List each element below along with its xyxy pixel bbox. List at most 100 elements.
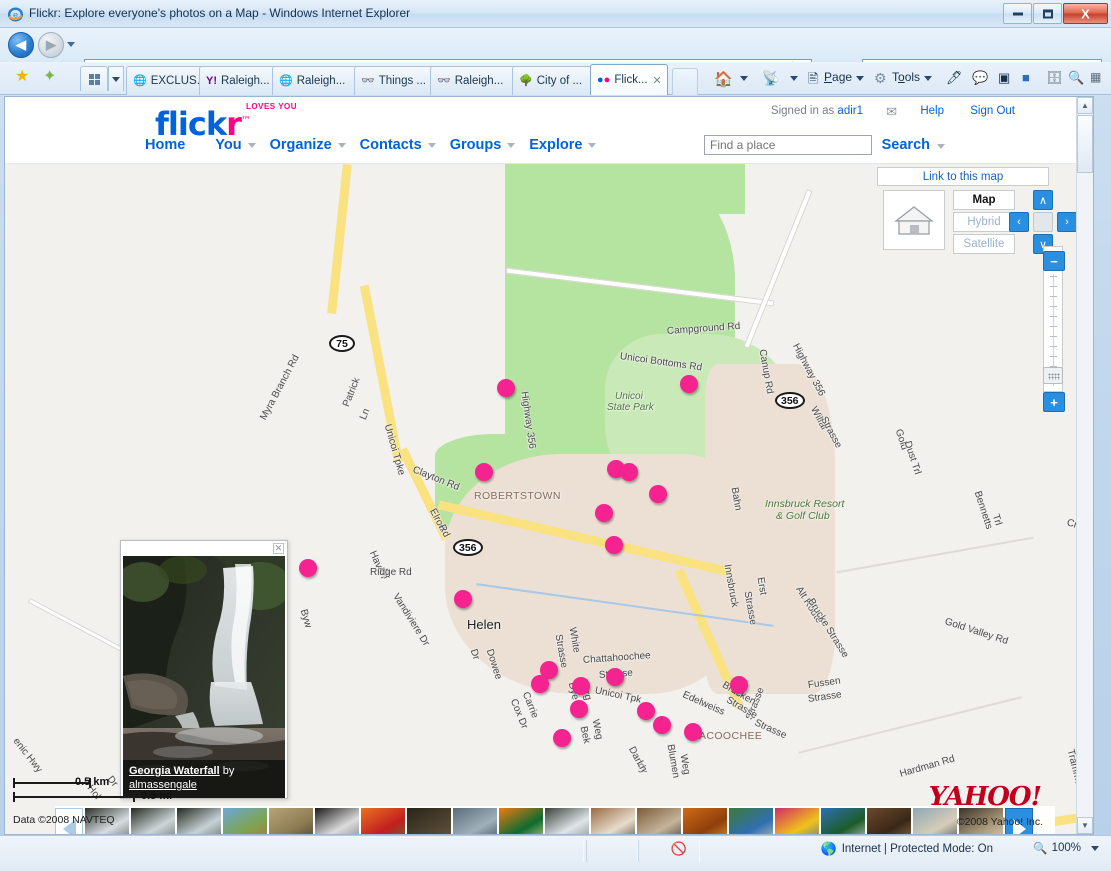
filmstrip-thumb[interactable] [591, 808, 635, 834]
feeds-icon[interactable]: 📡 [762, 70, 779, 87]
nav-groups-dropdown-icon[interactable] [507, 142, 516, 148]
nav-contacts-dropdown-icon[interactable] [427, 142, 436, 148]
pan-left-button[interactable]: ‹ [1009, 212, 1029, 232]
zoom-in-button[interactable]: + [1043, 392, 1065, 412]
filmstrip-thumb[interactable] [545, 808, 589, 834]
nav-groups[interactable]: Groups [450, 137, 502, 153]
map-marker[interactable] [684, 723, 702, 741]
nav-explore[interactable]: Explore [529, 137, 582, 153]
quick-tabs-button[interactable] [80, 66, 108, 91]
map-type-satellite[interactable]: Satellite [953, 234, 1015, 254]
nav-contacts[interactable]: Contacts [360, 137, 422, 153]
close-button[interactable]: X [1063, 3, 1108, 24]
map-marker[interactable] [653, 716, 671, 734]
map-marker[interactable] [595, 504, 613, 522]
tab-6[interactable]: ●● Flick... ✕ [590, 64, 668, 95]
archive-icon[interactable]: 🗄 [1046, 70, 1063, 86]
back-button[interactable]: ◀ [8, 32, 34, 58]
nav-explore-dropdown-icon[interactable] [588, 142, 597, 148]
zoom-out-button[interactable]: − [1043, 251, 1065, 271]
pan-center-button[interactable] [1033, 212, 1053, 232]
inspect-icon[interactable]: 🔍 [1068, 70, 1084, 86]
pan-up-button[interactable]: ∧ [1033, 190, 1053, 210]
filmstrip-thumb[interactable] [821, 808, 865, 834]
nav-you-dropdown-icon[interactable] [247, 142, 256, 148]
panel-icon[interactable]: ■ [1022, 70, 1030, 85]
envelope-icon[interactable]: ✉ [886, 104, 897, 120]
filmstrip-thumb[interactable] [867, 808, 911, 834]
map-marker[interactable] [553, 729, 571, 747]
username-link[interactable]: adir1 [837, 105, 863, 117]
forward-button[interactable]: ▶ [38, 32, 64, 58]
link-to-this-map-button[interactable]: Link to this map [877, 167, 1049, 186]
close-tab-icon[interactable]: ✕ [653, 74, 662, 87]
page-icon[interactable]: 🖹 [808, 70, 818, 92]
filmstrip-thumb[interactable] [453, 808, 497, 834]
zoom-dropdown-icon[interactable] [1091, 842, 1099, 854]
pan-right-button[interactable]: › [1057, 212, 1077, 232]
page-menu-button[interactable]: PPageage [824, 70, 852, 84]
add-favorite-icon[interactable]: ✦ [43, 69, 56, 85]
home-dropdown-icon[interactable] [740, 70, 748, 84]
favorites-star-icon[interactable]: ★ [15, 69, 29, 85]
maximize-button[interactable] [1033, 3, 1062, 24]
home-icon[interactable]: 🏠 [714, 70, 733, 88]
find-a-place-input[interactable] [704, 135, 872, 155]
map-marker[interactable] [649, 485, 667, 503]
history-dropdown-icon[interactable] [67, 42, 75, 47]
nav-organize[interactable]: Organize [270, 137, 332, 153]
tab-5[interactable]: 🌳 City of ... [512, 66, 596, 95]
tools-dropdown-icon[interactable] [924, 70, 932, 84]
gear-icon[interactable]: ⚙ [874, 70, 887, 87]
map-marker[interactable] [680, 375, 698, 393]
qr-icon[interactable]: ▦ [1090, 70, 1101, 84]
scroll-up-button[interactable]: ▲ [1077, 97, 1093, 114]
map-marker[interactable] [606, 668, 624, 686]
popup-close-icon[interactable]: ✕ [273, 543, 284, 554]
sign-out-link[interactable]: Sign Out [970, 105, 1015, 117]
filmstrip-thumb[interactable] [177, 808, 221, 834]
filmstrip-thumb[interactable] [637, 808, 681, 834]
tab-4[interactable]: 👓 Raleigh... [430, 66, 520, 95]
filmstrip-thumb[interactable] [315, 808, 359, 834]
feeds-dropdown-icon[interactable] [790, 70, 798, 84]
help-link[interactable]: Help [920, 105, 944, 117]
filmstrip-thumb[interactable] [407, 808, 451, 834]
map-marker[interactable] [637, 702, 655, 720]
filmstrip-thumb[interactable] [131, 808, 175, 834]
map-marker[interactable] [605, 536, 623, 554]
map-marker[interactable] [475, 463, 493, 481]
security-zone[interactable]: 🌎 Internet | Protected Mode: On [821, 841, 993, 857]
filmstrip-thumb[interactable] [361, 808, 405, 834]
filmstrip-thumb[interactable] [729, 808, 773, 834]
map-marker[interactable] [620, 463, 638, 481]
map-type-hybrid[interactable]: Hybrid [953, 212, 1015, 232]
popup-photo-image[interactable]: Georgia Waterfall by almassengale [123, 556, 285, 798]
map-type-map[interactable]: Map [953, 190, 1015, 210]
map-marker[interactable] [531, 675, 549, 693]
new-tab-button[interactable] [672, 68, 698, 95]
filmstrip-thumb[interactable] [499, 808, 543, 834]
tab-2[interactable]: 🌐 Raleigh... [272, 66, 364, 95]
scroll-thumb[interactable] [1077, 115, 1093, 173]
page-dropdown-icon[interactable] [856, 70, 864, 84]
tab-list-dropdown[interactable] [108, 66, 124, 91]
filmstrip-thumb[interactable] [683, 808, 727, 834]
edit-icon[interactable]: 🖊 [946, 70, 963, 86]
zoom-level-control[interactable]: 🔍 100% [1033, 841, 1099, 855]
photo-popup[interactable]: ✕ Georgia Waterfall by almassengale [120, 540, 288, 799]
tools-menu-button[interactable]: ToToolsols [892, 70, 920, 84]
map-marker-selected[interactable] [291, 551, 325, 585]
tab-3[interactable]: 👓 Things ... [354, 66, 440, 95]
filmstrip-thumb[interactable] [223, 808, 267, 834]
search-button[interactable]: Search [882, 137, 930, 153]
search-dropdown-icon[interactable] [937, 144, 945, 149]
minimize-button[interactable] [1003, 3, 1032, 24]
page-scrollbar[interactable]: ▲ ▼ [1076, 97, 1093, 834]
zoom-slider-thumb[interactable] [1043, 367, 1063, 384]
nav-home[interactable]: Home [145, 137, 185, 153]
filmstrip-thumb[interactable] [269, 808, 313, 834]
filmstrip-thumb[interactable] [775, 808, 819, 834]
split-view-icon[interactable]: ▣ [998, 70, 1010, 86]
nav-you[interactable]: You [215, 137, 241, 153]
